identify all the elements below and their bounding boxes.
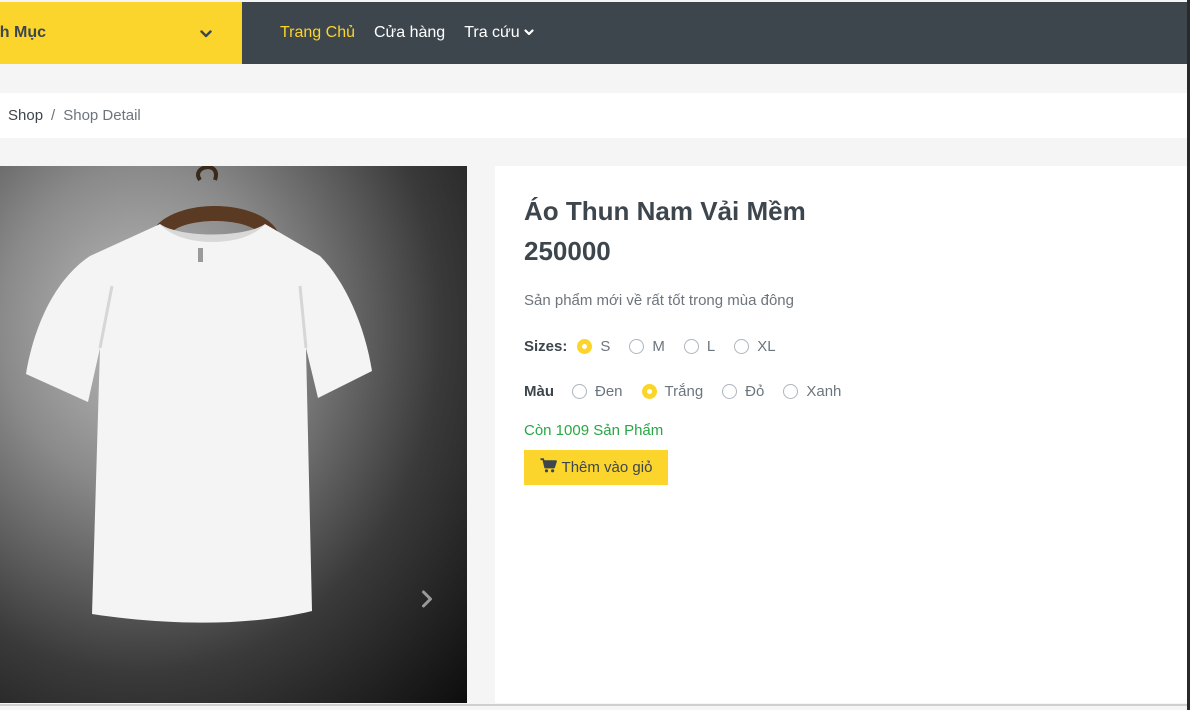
- color-option-label: Xanh: [806, 383, 842, 400]
- size-option-s[interactable]: S: [577, 338, 610, 355]
- size-radio-l[interactable]: [683, 339, 699, 354]
- color-option-den[interactable]: Đen: [572, 383, 623, 400]
- nav-link-tra-cuu[interactable]: Tra cứu: [464, 24, 534, 42]
- page-bottom-divider: [0, 704, 1190, 706]
- nav-link-label: Trang Chủ: [280, 24, 355, 41]
- color-options: Màu Đen Trắng Đỏ Xanh: [524, 383, 860, 400]
- size-option-label: L: [706, 338, 716, 355]
- color-radio-den[interactable]: [572, 384, 587, 399]
- size-option-xl[interactable]: XL: [734, 338, 776, 355]
- size-option-m[interactable]: M: [629, 338, 665, 355]
- nav-link-label: Cửa hàng: [374, 24, 446, 41]
- stock-status: Còn 1009 Sản Phẩm: [524, 422, 664, 439]
- color-radio-do[interactable]: [722, 384, 738, 399]
- size-option-l[interactable]: L: [683, 338, 716, 355]
- chevron-down-icon: [524, 24, 534, 42]
- size-option-label: S: [600, 338, 611, 355]
- nav-link-cua-hang[interactable]: Cửa hàng: [374, 24, 445, 42]
- breadcrumb-separator: /: [51, 107, 56, 124]
- size-option-label: XL: [757, 338, 776, 355]
- chevron-right-icon: [421, 590, 433, 613]
- size-options: Sizes: S M L XL: [524, 338, 795, 355]
- breadcrumb: Shop / Shop Detail: [0, 93, 1190, 138]
- top-navigation: nh Mục Trang Chủ Cửa hàng Tra cứu: [0, 2, 1190, 64]
- product-image: [26, 166, 372, 623]
- color-radio-trang[interactable]: [641, 384, 657, 399]
- sizes-label: Sizes:: [524, 338, 568, 355]
- color-option-label: Trắng: [664, 383, 704, 400]
- category-dropdown-label: nh Mục: [0, 24, 46, 41]
- product-info-panel: Áo Thun Nam Vải Mềm 250000 Sản phẩm mới …: [495, 166, 1190, 703]
- size-option-label: M: [652, 338, 665, 355]
- add-to-cart-button[interactable]: Thêm vào giỏ: [524, 450, 668, 485]
- color-option-trang[interactable]: Trắng: [641, 383, 704, 400]
- product-price: 250000: [524, 236, 611, 266]
- color-option-label: Đỏ: [745, 383, 765, 400]
- nav-link-trang-chu[interactable]: Trang Chủ: [280, 24, 355, 42]
- product-description: Sản phẩm mới về rất tốt trong mùa đông: [524, 292, 794, 309]
- carousel-next-button[interactable]: [414, 586, 440, 616]
- add-to-cart-label: Thêm vào giỏ: [561, 459, 653, 476]
- size-radio-s[interactable]: [577, 339, 593, 354]
- color-option-do[interactable]: Đỏ: [722, 383, 764, 400]
- size-radio-xl[interactable]: [734, 339, 750, 354]
- color-option-label: Đen: [595, 383, 623, 400]
- color-radio-xanh[interactable]: [783, 384, 799, 399]
- color-label: Màu: [524, 383, 554, 400]
- product-title: Áo Thun Nam Vải Mềm: [524, 196, 806, 226]
- chevron-down-icon: [200, 26, 212, 44]
- product-image-carousel: [0, 166, 467, 703]
- color-option-xanh[interactable]: Xanh: [783, 383, 841, 400]
- breadcrumb-shop-link[interactable]: Shop: [8, 107, 43, 124]
- shopping-cart-icon: [540, 458, 557, 477]
- size-radio-m[interactable]: [629, 339, 645, 354]
- category-dropdown[interactable]: nh Mục: [0, 2, 242, 64]
- breadcrumb-current: Shop Detail: [63, 107, 141, 124]
- main-nav: Trang Chủ Cửa hàng Tra cứu: [242, 2, 1190, 64]
- nav-link-label: Tra cứu: [464, 24, 520, 41]
